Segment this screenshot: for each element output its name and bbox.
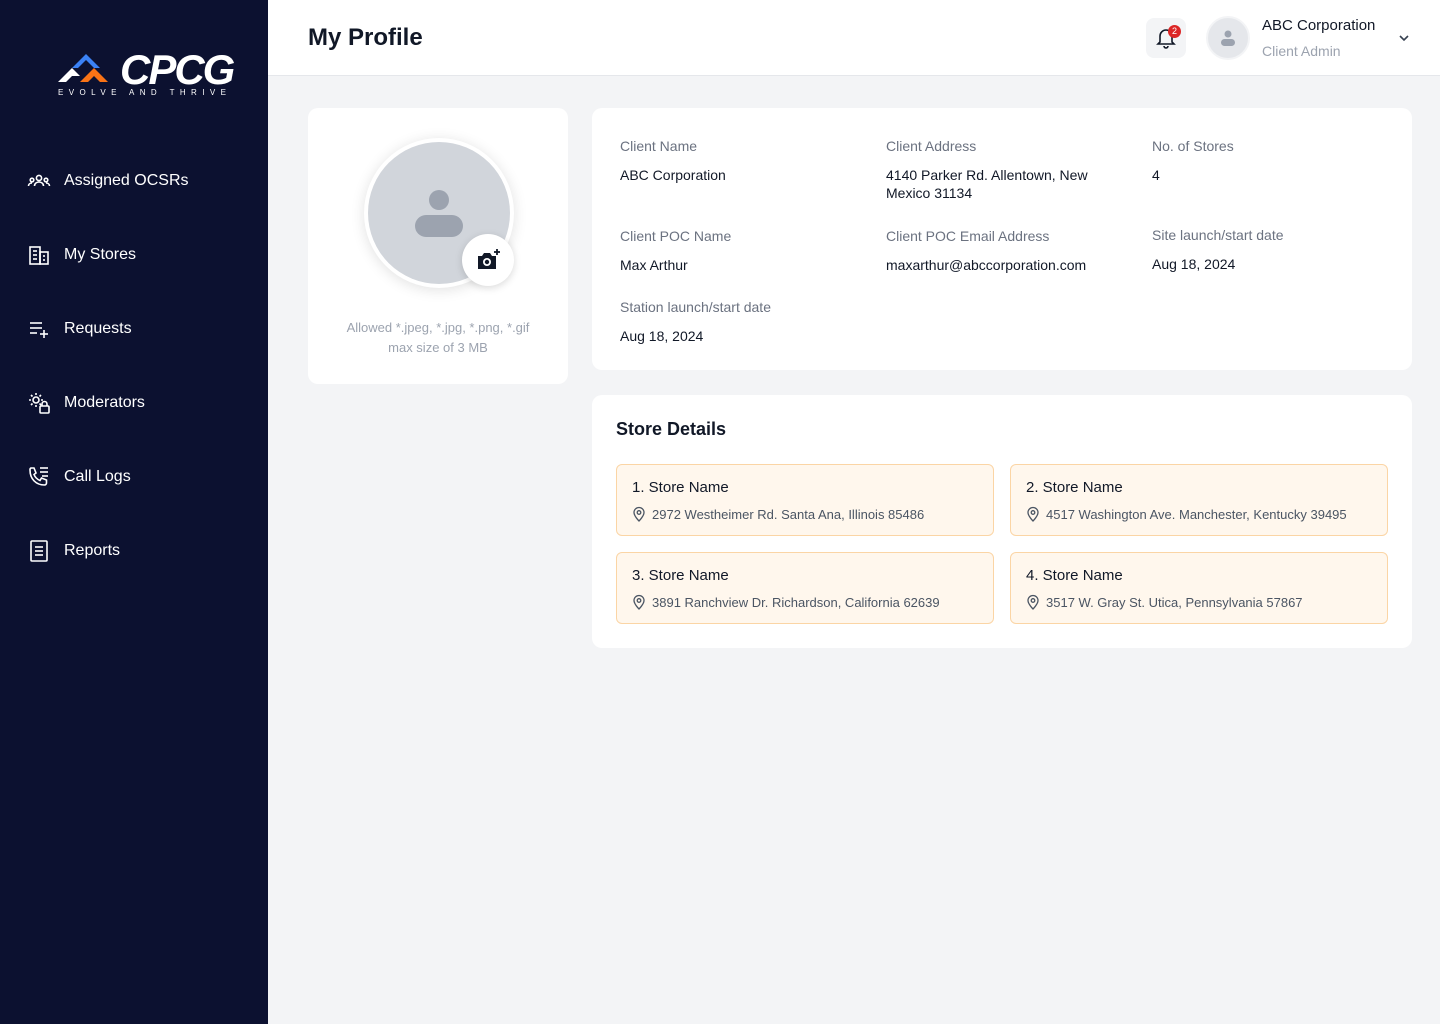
sidebar-item-label: Reports <box>64 542 121 559</box>
user-placeholder-icon <box>415 190 463 237</box>
store-item[interactable]: 4. Store Name 3517 W. Gray St. Utica, Pe… <box>1010 552 1388 624</box>
phone-list-icon <box>26 464 52 490</box>
store-name: 1. Store Name <box>632 479 729 496</box>
profile-photo <box>364 138 514 288</box>
store-details-card: Store Details 1. Store Name 2972 Westhei… <box>592 395 1412 648</box>
field-label: Client POC Name <box>620 228 732 244</box>
users-icon <box>26 168 52 194</box>
field-label: Client Name <box>620 138 698 154</box>
user-role: Client Admin <box>1262 43 1341 59</box>
user-placeholder-icon <box>1221 30 1235 46</box>
location-pin-icon <box>633 506 645 522</box>
sidebar-item-label: Moderators <box>64 394 145 411</box>
photo-hint-formats: Allowed *.jpeg, *.jpg, *.png, *.gif <box>346 320 530 335</box>
sidebar-item-my-stores[interactable]: My Stores <box>0 218 268 292</box>
sidebar-item-label: My Stores <box>64 246 137 263</box>
sidebar-item-label: Call Logs <box>64 468 131 485</box>
sidebar-item-label: Requests <box>64 320 132 337</box>
location-pin-icon <box>633 594 645 610</box>
field-label: Client Address <box>886 138 977 154</box>
client-info-card: Client Name ABC Corporation Client Addre… <box>592 108 1412 370</box>
store-address: 3517 W. Gray St. Utica, Pennsylvania 578… <box>1046 595 1303 610</box>
field-value: 4 <box>1152 167 1160 183</box>
sidebar: CPCG EVOLVE AND THRIVE Assigned OCSRs My… <box>0 0 268 1024</box>
store-name: 4. Store Name <box>1026 567 1123 584</box>
field-value: 4140 Parker Rd. Allentown, New Mexico 31… <box>886 167 1088 201</box>
field-value: ABC Corporation <box>620 167 726 183</box>
store-item[interactable]: 2. Store Name 4517 Washington Ave. Manch… <box>1010 464 1388 536</box>
brand-logo[interactable]: CPCG EVOLVE AND THRIVE <box>58 48 235 100</box>
list-add-icon <box>26 316 52 342</box>
field-value: Max Arthur <box>620 257 688 273</box>
field-value: Aug 18, 2024 <box>1152 256 1236 272</box>
sidebar-item-moderators[interactable]: Moderators <box>0 366 268 440</box>
notification-badge: 2 <box>1168 25 1181 38</box>
sidebar-nav: Assigned OCSRs My Stores Requests Modera… <box>0 144 268 588</box>
sidebar-item-requests[interactable]: Requests <box>0 292 268 366</box>
page-title: My Profile <box>308 24 423 51</box>
building-icon <box>26 242 52 268</box>
store-address: 2972 Westheimer Rd. Santa Ana, Illinois … <box>652 507 925 522</box>
field-label: Station launch/start date <box>620 299 771 315</box>
profile-photo-card: Allowed *.jpeg, *.jpg, *.png, *.gif max … <box>308 108 568 384</box>
field-value: Aug 18, 2024 <box>620 328 704 344</box>
upload-photo-button[interactable] <box>462 234 514 286</box>
location-pin-icon <box>1027 506 1039 522</box>
report-document-icon <box>26 538 52 564</box>
sidebar-item-assigned-ocsrs[interactable]: Assigned OCSRs <box>0 144 268 218</box>
avatar[interactable] <box>1206 16 1250 60</box>
field-site-launch: Site launch/start date Aug 18, 2024 <box>1152 227 1392 273</box>
logo-mark-icon <box>58 54 108 82</box>
store-name: 2. Store Name <box>1026 479 1123 496</box>
field-poc-email: Client POC Email Address maxarthur@abcco… <box>886 228 1136 274</box>
camera-add-icon <box>478 249 500 269</box>
store-item[interactable]: 3. Store Name 3891 Ranchview Dr. Richard… <box>616 552 994 624</box>
store-item[interactable]: 1. Store Name 2972 Westheimer Rd. Santa … <box>616 464 994 536</box>
sidebar-item-reports[interactable]: Reports <box>0 514 268 588</box>
chevron-down-icon[interactable] <box>1396 30 1412 46</box>
field-label: No. of Stores <box>1152 138 1234 154</box>
top-header: My Profile 2 ABC Corporation Client Admi… <box>268 0 1440 76</box>
store-address: 4517 Washington Ave. Manchester, Kentuck… <box>1046 507 1347 522</box>
user-name[interactable]: ABC Corporation <box>1262 17 1375 34</box>
logo-tagline: EVOLVE AND THRIVE <box>58 88 232 97</box>
store-address: 3891 Ranchview Dr. Richardson, Californi… <box>652 595 940 610</box>
field-stores-count: No. of Stores 4 <box>1152 138 1392 184</box>
sidebar-item-call-logs[interactable]: Call Logs <box>0 440 268 514</box>
sidebar-item-label: Assigned OCSRs <box>64 172 189 189</box>
photo-upload-hint: Allowed *.jpeg, *.jpg, *.png, *.gif max … <box>308 318 568 358</box>
field-label: Client POC Email Address <box>886 228 1050 244</box>
field-client-address: Client Address 4140 Parker Rd. Allentown… <box>886 138 1116 202</box>
field-station-launch: Station launch/start date Aug 18, 2024 <box>620 299 860 345</box>
section-title: Store Details <box>616 419 727 439</box>
field-label: Site launch/start date <box>1152 227 1284 243</box>
moderator-settings-icon <box>26 390 52 416</box>
store-name: 3. Store Name <box>632 567 729 584</box>
location-pin-icon <box>1027 594 1039 610</box>
field-poc-name: Client POC Name Max Arthur <box>620 228 860 274</box>
field-client-name: Client Name ABC Corporation <box>620 138 860 184</box>
notification-button[interactable]: 2 <box>1146 18 1186 58</box>
photo-hint-size: max size of 3 MB <box>388 340 488 355</box>
field-value: maxarthur@abccorporation.com <box>886 257 1087 273</box>
logo-text: CPCG <box>120 46 235 93</box>
